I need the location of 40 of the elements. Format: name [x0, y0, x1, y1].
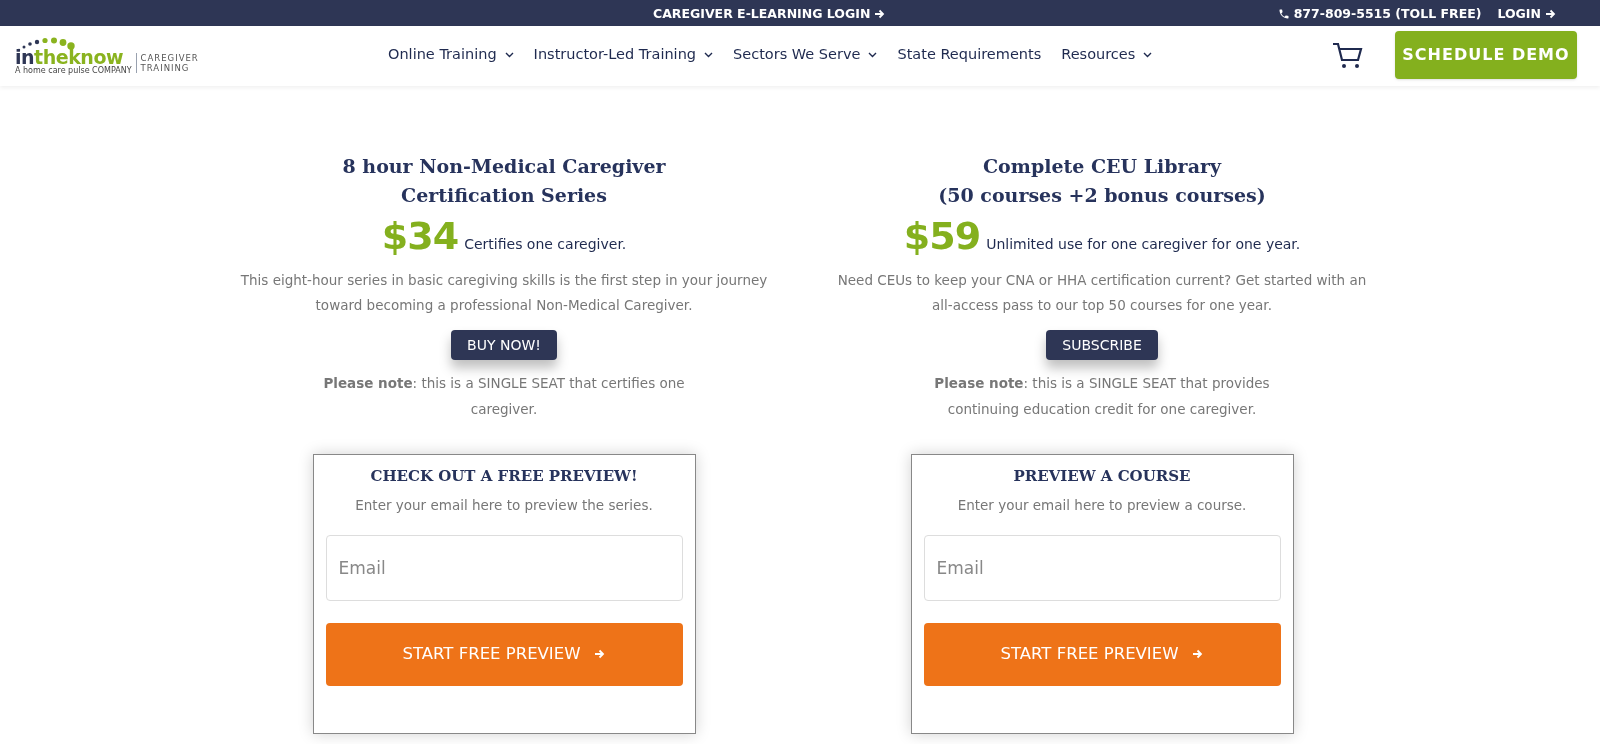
arrow-icon — [594, 649, 606, 660]
offer-title: Complete CEU Library (50 courses +2 bonus courses) — [938, 154, 1266, 208]
chevron-down-icon — [704, 51, 714, 58]
offer-description: This eight-hour series in basic caregiving skills is the first step in your journey toward becoming a professional Non-Medical Caregiver. — [239, 271, 769, 315]
offer-button[interactable]: SUBSCRIBE — [1046, 330, 1158, 360]
seat-note: Please note: this is a SINGLE SEAT that provides continuing education credit for one caregiver. — [933, 374, 1271, 419]
email-field[interactable]: Email — [325, 534, 683, 601]
phone-icon — [1277, 8, 1290, 21]
nav-link[interactable]: Resources — [1061, 44, 1153, 66]
nav-link[interactable]: Sectors We Serve — [733, 44, 878, 66]
chevron-down-icon — [868, 51, 878, 58]
price-note: Unlimited use for one caregiver for one year. — [986, 235, 1301, 254]
logo-wordmark[interactable]: intheknow — [15, 48, 124, 66]
phone-number[interactable]: 877-809-5515 (TOLL FREE) — [1293, 5, 1482, 24]
offer-title: 8 hour Non-Medical Caregiver Certification Series — [342, 154, 666, 208]
arrow-icon — [874, 9, 886, 20]
seat-note: Please note: this is a SINGLE SEAT that certifies one caregiver. — [322, 374, 686, 419]
offer-description: Need CEUs to keep your CNA or HHA certification current? Get started with an all-access pass to our top 50 courses for one year. — [837, 271, 1367, 315]
preview-text: Enter your email here to preview the series. — [355, 495, 653, 515]
logo-side-text: CAREGIVER — [140, 53, 199, 63]
preview-text: Enter your email here to preview a course. — [957, 495, 1247, 515]
logo-tagline: A home care pulse COMPANY — [15, 66, 132, 75]
arrow-icon — [1545, 9, 1556, 20]
preview-title: PREVIEW A COURSE — [1013, 466, 1191, 487]
nav-link[interactable]: Instructor-Led Training — [533, 44, 714, 66]
login-link[interactable]: LOGIN — [1497, 5, 1556, 24]
chevron-down-icon — [504, 51, 514, 58]
cart-icon[interactable] — [1332, 42, 1364, 70]
logo-side-text: TRAINING — [140, 63, 191, 73]
elearning-login-link[interactable]: CAREGIVER E-LEARNING LOGIN — [653, 5, 886, 24]
email-field[interactable]: Email — [923, 534, 1281, 601]
price-note: Certifies one caregiver. — [464, 235, 627, 254]
nav-link[interactable]: State Requirements — [897, 44, 1042, 66]
arrow-icon — [1192, 649, 1204, 660]
chevron-down-icon — [1143, 51, 1153, 58]
price: $59 — [903, 214, 981, 258]
price: $34 — [381, 214, 459, 258]
nav-link[interactable]: Online Training — [388, 44, 514, 66]
offer-button[interactable]: BUY NOW! — [451, 330, 557, 360]
preview-title: CHECK OUT A FREE PREVIEW! — [370, 466, 638, 487]
